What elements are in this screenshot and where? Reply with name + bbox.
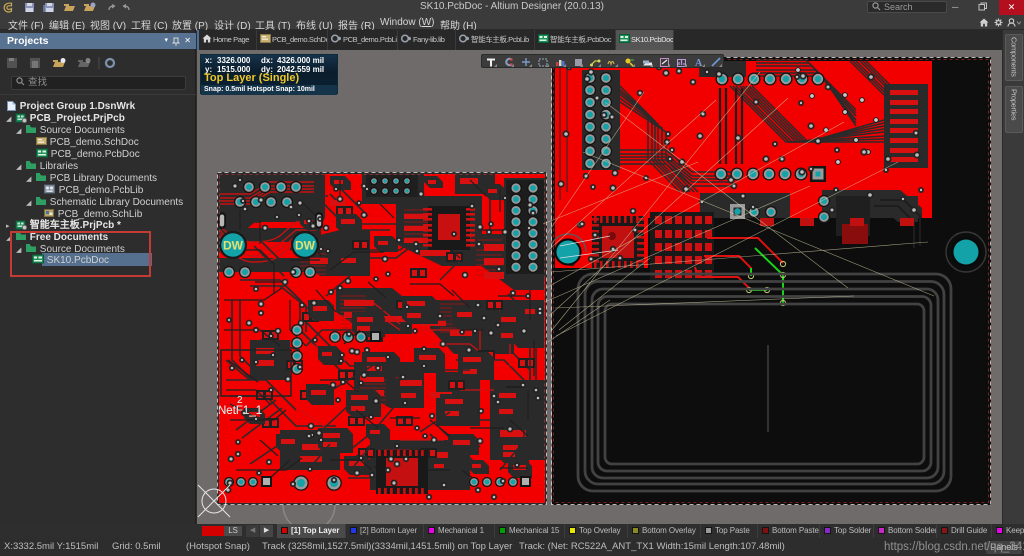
svg-text:DW: DW <box>295 239 316 253</box>
svg-text:2: 2 <box>237 395 243 406</box>
svg-text:DW: DW <box>223 239 244 253</box>
svg-text:NetF1_1: NetF1_1 <box>218 405 262 417</box>
